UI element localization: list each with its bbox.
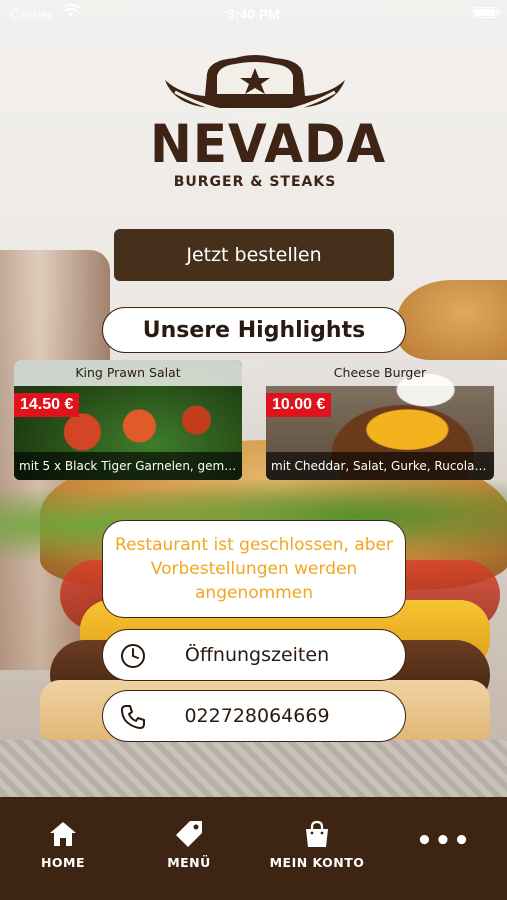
home-icon <box>48 819 78 849</box>
tab-home-label: HOME <box>40 855 86 870</box>
brand-subtitle: BURGER & STEAKS <box>173 174 337 190</box>
highlight-card[interactable]: King Prawn Salat 14.50 € mit 5 x Black T… <box>14 360 242 480</box>
tab-account[interactable]: MEIN KONTO <box>262 819 372 870</box>
dish-description: mit Cheddar, Salat, Gurke, Rucola, Tomat… <box>266 452 494 480</box>
battery-icon <box>473 7 500 18</box>
closed-notice: Restaurant ist geschlossen, aber Vorbest… <box>102 520 406 618</box>
tab-account-label: MEIN KONTO <box>269 855 365 870</box>
tab-more[interactable]: ••• <box>389 828 499 854</box>
highlights-title: Unsere Highlights <box>102 307 406 353</box>
tab-menu[interactable]: MENÜ <box>134 819 244 870</box>
dish-description: mit 5 x Black Tiger Garnelen, gemischter… <box>14 452 242 480</box>
restaurant-logo: NEVADA BURGER & STEAKS <box>150 52 387 197</box>
order-now-button[interactable]: Jetzt bestellen <box>114 229 394 281</box>
clock-icon <box>119 642 147 670</box>
tab-bar: HOME MENÜ MEIN KONTO ••• <box>0 797 507 900</box>
phone-button[interactable]: 022728064669 <box>102 690 406 742</box>
opening-hours-button[interactable]: Öffnungszeiten <box>102 629 406 681</box>
shopping-bag-icon <box>302 819 332 849</box>
phone-icon <box>119 703 147 731</box>
tag-icon <box>174 819 204 849</box>
tab-home[interactable]: HOME <box>8 819 118 870</box>
dish-price: 14.50 € <box>14 393 80 417</box>
highlight-card[interactable]: Cheese Burger 10.00 € mit Cheddar, Salat… <box>266 360 494 480</box>
cowboy-hat-logo <box>165 55 345 116</box>
dish-price: 10.00 € <box>266 393 332 417</box>
dish-name: Cheese Burger <box>266 360 494 386</box>
more-icon: ••• <box>416 826 472 856</box>
dish-name: King Prawn Salat <box>14 360 242 386</box>
tab-menu-label: MENÜ <box>167 855 211 870</box>
status-bar: Carrier 3:40 PM <box>0 0 507 28</box>
clock-time: 3:40 PM <box>227 6 280 22</box>
phone-number: 022728064669 <box>184 705 330 727</box>
brand-name: NEVADA <box>150 113 387 175</box>
opening-hours-label: Öffnungszeiten <box>184 644 330 666</box>
